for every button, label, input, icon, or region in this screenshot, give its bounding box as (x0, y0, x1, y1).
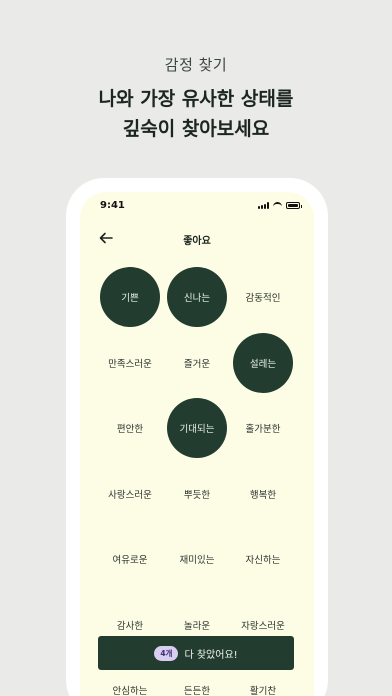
emotion-option[interactable]: 홀가분한 (233, 398, 293, 458)
emotion-option[interactable]: 기대되는 (167, 398, 227, 458)
emotion-grid: 기쁜 신나는 감동적인만족스러운 즐거운 설레는편안한 기대되는 홀가분한사랑스러운 뿌듯한 행… (80, 192, 314, 696)
emotion-option[interactable]: 설레는 (233, 332, 293, 393)
emotion-option[interactable]: 즐거운 (167, 333, 227, 393)
promo-headline: 나와 가장 유사한 상태를 깊숙이 찾아보세요 (0, 84, 392, 144)
promo-headline-line2: 깊숙이 찾아보세요 (122, 118, 270, 140)
selected-count-badge: 4개 (154, 645, 179, 661)
emotion-option[interactable]: 감동적인 (233, 267, 293, 327)
done-button-label: 다 찾았어요! (184, 649, 238, 661)
phone-screen: 9:41 좋아요 기쁜 신나는 감동적인 만족스러운 즐거운 설레는 편안한 기대되는 홀가분한… (80, 192, 314, 696)
emotion-option[interactable]: 편안한 (100, 398, 160, 458)
promo-headline-line1: 나와 가장 유사한 상태를 (98, 88, 294, 110)
emotion-option[interactable]: 행복한 (233, 464, 293, 524)
done-button[interactable]: 4개 다 찾았어요! (98, 636, 294, 670)
promo-top-label: 감정 찾기 (164, 56, 228, 74)
emotion-option[interactable]: 뿌듯한 (167, 464, 227, 524)
emotion-option[interactable]: 재미있는 (167, 529, 227, 589)
emotion-option[interactable]: 기쁜 (100, 267, 160, 327)
emotion-option[interactable]: 여유로운 (100, 529, 160, 589)
emotion-option[interactable]: 신나는 (167, 267, 227, 327)
emotion-option[interactable]: 사랑스러운 (100, 464, 160, 524)
emotion-option[interactable]: 자신하는 (233, 529, 293, 589)
emotion-option[interactable]: 만족스러운 (100, 333, 160, 393)
